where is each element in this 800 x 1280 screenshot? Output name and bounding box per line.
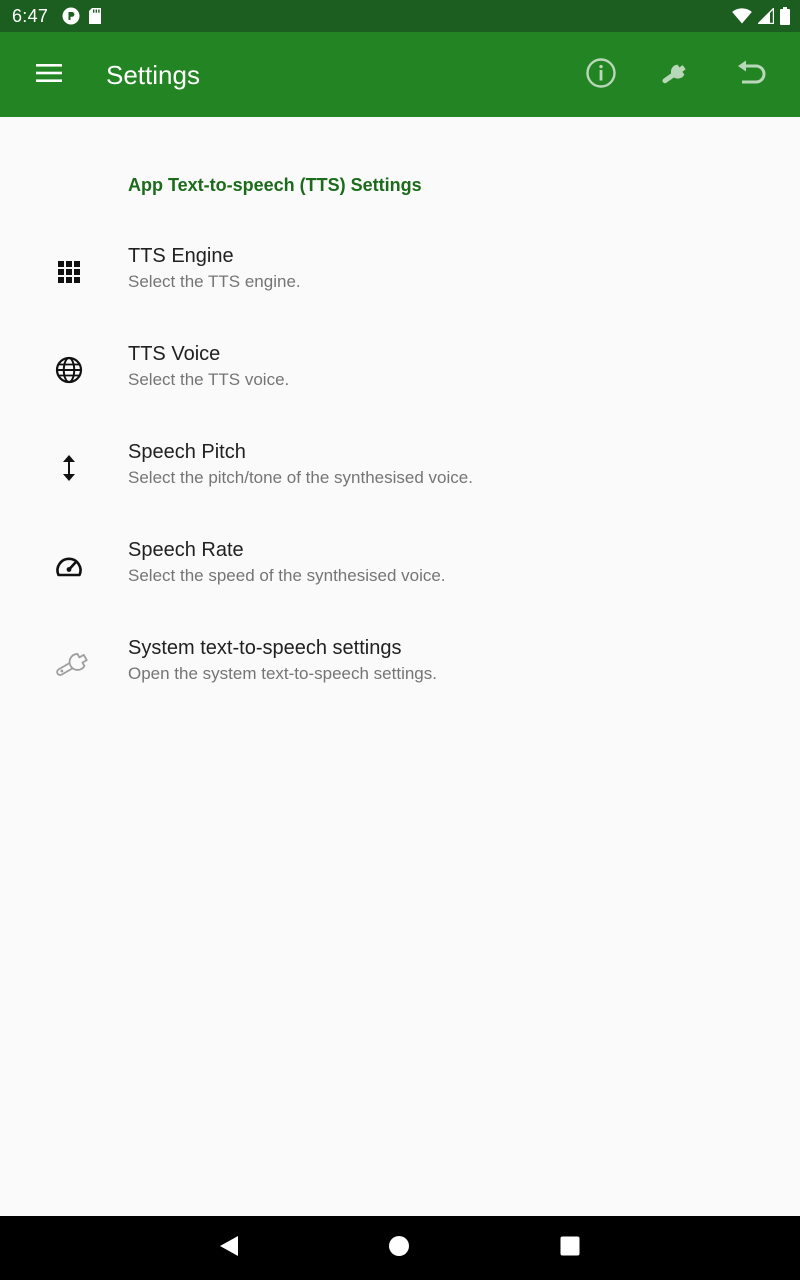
home-circle-icon xyxy=(388,1235,410,1262)
pref-system-tts-settings[interactable]: System text-to-speech settings Open the … xyxy=(0,618,800,716)
nav-overview-button[interactable] xyxy=(550,1228,590,1268)
pref-summary: Select the pitch/tone of the synthesised… xyxy=(128,468,473,487)
pref-speech-pitch[interactable]: Speech Pitch Select the pitch/tone of th… xyxy=(0,422,800,520)
pref-summary: Select the TTS engine. xyxy=(128,272,301,291)
nav-back-button[interactable] xyxy=(209,1228,249,1268)
wrench-outline-icon xyxy=(50,647,98,681)
menu-button[interactable] xyxy=(20,52,78,98)
undo-button[interactable] xyxy=(729,52,775,98)
status-right-icons xyxy=(732,6,790,30)
page-title: Settings xyxy=(106,60,200,90)
status-time: 6:47 xyxy=(12,6,49,26)
tools-button[interactable] xyxy=(653,52,699,98)
pref-summary: Select the speed of the synthesised voic… xyxy=(128,566,446,585)
status-left-icons xyxy=(62,7,102,30)
pref-title: TTS Engine xyxy=(128,245,234,267)
info-icon xyxy=(585,57,617,94)
status-bar: 6:47 xyxy=(0,0,800,32)
pref-summary: Select the TTS voice. xyxy=(128,370,290,389)
pref-tts-voice[interactable]: TTS Voice Select the TTS voice. xyxy=(0,324,800,422)
pref-tts-engine[interactable]: TTS Engine Select the TTS engine. xyxy=(0,226,800,324)
overview-square-icon xyxy=(560,1236,580,1261)
speedometer-icon xyxy=(52,549,86,583)
signal-icon xyxy=(756,6,775,29)
pref-speech-rate[interactable]: Speech Rate Select the speed of the synt… xyxy=(0,520,800,618)
wifi-icon xyxy=(732,8,752,29)
info-button[interactable] xyxy=(578,52,624,98)
nav-home-button[interactable] xyxy=(379,1228,419,1268)
hamburger-menu-icon xyxy=(36,63,62,87)
category-title: App Text-to-speech (TTS) Settings xyxy=(128,175,422,195)
pref-title: Speech Rate xyxy=(128,539,244,561)
globe-icon xyxy=(52,353,86,387)
pref-title: TTS Voice xyxy=(128,343,221,365)
settings-list: App Text-to-speech (TTS) Settings TTS En… xyxy=(0,117,800,1216)
vertical-arrows-icon xyxy=(52,451,86,485)
battery-icon xyxy=(780,7,790,30)
app-bar: Settings xyxy=(0,32,800,117)
pref-summary: Open the system text-to-speech settings. xyxy=(128,664,437,683)
notification-badge-icon xyxy=(62,7,80,30)
grid-icon xyxy=(52,255,86,289)
wrench-icon xyxy=(656,57,696,94)
pref-title: System text-to-speech settings xyxy=(128,637,402,659)
undo-icon xyxy=(735,57,769,94)
back-triangle-icon xyxy=(219,1235,239,1262)
sd-card-icon xyxy=(88,7,102,30)
system-navigation-bar xyxy=(0,1216,800,1280)
pref-title: Speech Pitch xyxy=(128,441,246,463)
